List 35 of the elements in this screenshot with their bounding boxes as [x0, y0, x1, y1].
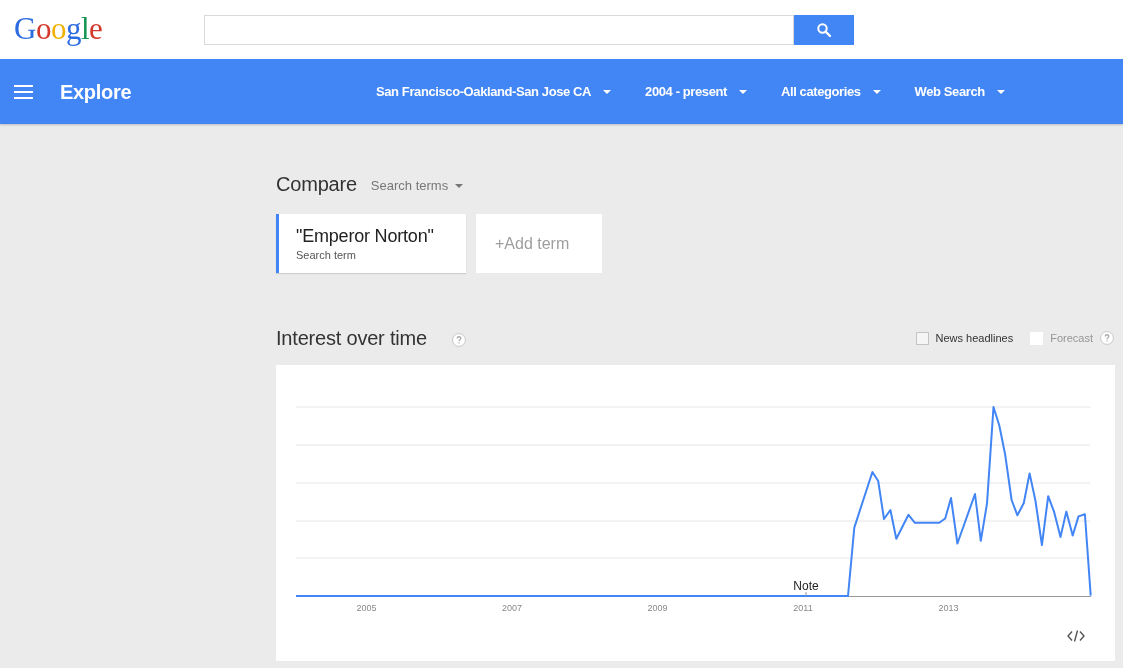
filter-dropdown[interactable]: All categories [780, 81, 881, 102]
caret-icon [603, 89, 612, 94]
year-axis-label: 2009 [647, 603, 668, 613]
help-icon[interactable] [1100, 331, 1114, 345]
search-icon [817, 22, 831, 37]
search-term-caption: Search term [296, 248, 357, 262]
search-term-text: "Emperor Norton" [296, 225, 435, 247]
embed-code-icon[interactable] [1067, 630, 1085, 642]
note-marker [805, 591, 807, 597]
year-axis-label: 2007 [502, 603, 522, 613]
google-logo[interactable]: Google [14, 11, 103, 46]
caret-icon [738, 89, 747, 94]
filter-dropdown[interactable]: San Francisco-Oakland-San Jose CA [376, 81, 612, 102]
search-button[interactable] [794, 14, 854, 45]
section-title: Compare [276, 172, 357, 197]
menu-icon[interactable] [14, 84, 33, 99]
chart-note-label[interactable]: Note [793, 579, 819, 593]
section-title: Interest over time [276, 326, 427, 351]
help-icon[interactable] [451, 332, 466, 347]
caret-icon [455, 183, 464, 188]
checkbox-label: Forecast [1050, 330, 1093, 346]
search-term-card[interactable]: "Emperor Norton" Search term [276, 214, 466, 273]
page-title: Explore [60, 79, 132, 105]
filter-dropdown[interactable]: 2004 - present [645, 81, 747, 102]
add-term-button[interactable]: +Add term [476, 214, 602, 273]
year-axis-label: 2005 [356, 603, 377, 613]
caret-icon [996, 89, 1005, 94]
compare-mode-dropdown[interactable]: Search terms [370, 175, 464, 196]
caret-icon [872, 89, 881, 94]
checkbox[interactable] [915, 331, 929, 345]
filter-dropdown[interactable]: Web Search [914, 81, 1005, 102]
year-axis-label: 2013 [938, 603, 959, 613]
checkbox-label: News headlines [935, 330, 1014, 346]
year-axis-label: 2011 [793, 603, 813, 613]
search-field[interactable] [204, 14, 794, 45]
